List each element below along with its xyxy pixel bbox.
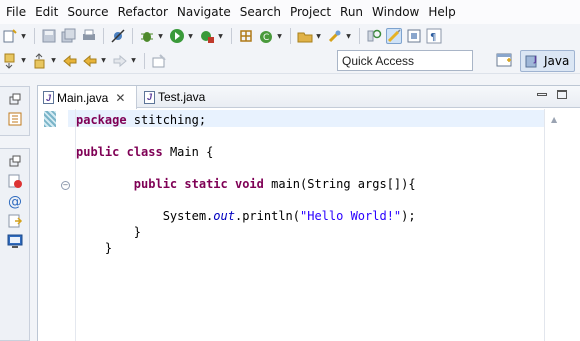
menu-run[interactable]: Run [338, 5, 370, 19]
forward-dropdown-icon[interactable]: ▼ [130, 53, 137, 69]
close-icon[interactable]: ✕ [115, 91, 125, 105]
debug-dropdown-icon[interactable]: ▼ [157, 28, 164, 44]
new-dropdown-icon[interactable]: ▼ [20, 28, 27, 44]
declaration-view-icon[interactable] [7, 213, 23, 229]
task-icon[interactable] [366, 28, 382, 44]
maximize-icon[interactable] [557, 90, 567, 99]
external-tools-icon[interactable] [199, 28, 215, 44]
open-perspective-icon[interactable] [496, 52, 512, 68]
menu-navigate[interactable]: Navigate [175, 5, 238, 19]
new-class-dropdown-icon[interactable]: ▼ [276, 28, 283, 44]
minimize-icon[interactable] [537, 93, 547, 96]
menu-source[interactable]: Source [65, 5, 115, 19]
forward-icon[interactable] [112, 53, 128, 69]
tab-test-java[interactable]: J Test.java [139, 86, 219, 108]
menu-help[interactable]: Help [426, 5, 462, 19]
run-dropdown-icon[interactable]: ▼ [187, 28, 194, 44]
menu-bar: File Edit Source Refactor Navigate Searc… [0, 0, 580, 24]
skip-breakpoints-icon[interactable] [110, 28, 126, 44]
java-perspective-label: Java [544, 54, 570, 68]
next-annotation-icon[interactable] [2, 53, 18, 69]
menu-edit[interactable]: Edit [33, 5, 65, 19]
scroll-up-icon[interactable]: ▲ [551, 115, 557, 124]
left-trim-stack-top [0, 86, 30, 136]
external-tools-dropdown-icon[interactable]: ▼ [217, 28, 224, 44]
mark-occurrences-icon[interactable] [386, 28, 402, 44]
quick-access-input[interactable]: Quick Access [337, 50, 473, 71]
run-icon[interactable] [169, 28, 185, 44]
separator [144, 52, 145, 69]
left-trim-stack-bottom: @ [0, 148, 30, 341]
svg-text:¶: ¶ [430, 32, 436, 43]
javadoc-view-icon[interactable]: @ [7, 193, 23, 209]
search-dropdown-icon[interactable]: ▼ [345, 28, 352, 44]
java-file-icon: J [43, 91, 54, 104]
problems-view-icon[interactable] [7, 173, 23, 189]
separator [290, 28, 291, 44]
java-perspective-icon: J [525, 53, 541, 69]
save-all-icon[interactable] [61, 28, 77, 44]
back-icon[interactable] [82, 53, 98, 69]
code-text[interactable]: package stitching; public class Main { p… [76, 112, 416, 256]
java-editor: J Main.java ✕ J Test.java − package stit… [37, 85, 580, 341]
restore-icon[interactable] [7, 153, 23, 169]
menu-window[interactable]: Window [370, 5, 426, 19]
console-view-icon[interactable] [7, 233, 23, 249]
separator [103, 28, 104, 44]
debug-icon[interactable] [139, 28, 155, 44]
new-icon[interactable] [2, 28, 18, 44]
back-dropdown-icon[interactable]: ▼ [100, 53, 107, 69]
show-whitespace-icon[interactable]: ¶ [426, 28, 442, 44]
save-icon[interactable] [41, 28, 57, 44]
menu-file[interactable]: File [4, 5, 33, 19]
editor-tab-bar: J Main.java ✕ J Test.java [38, 86, 580, 109]
previous-annotation-dropdown-icon[interactable]: ▼ [50, 53, 57, 69]
java-file-icon: J [144, 90, 155, 104]
hierarchy-view-icon[interactable] [7, 111, 23, 127]
print-icon[interactable] [81, 28, 97, 44]
block-selection-icon[interactable] [406, 28, 422, 44]
collapse-icon[interactable]: − [61, 181, 70, 190]
tab-label: Main.java [57, 90, 109, 105]
separator [34, 28, 35, 44]
new-java-package-icon[interactable] [238, 28, 254, 44]
navigation-toolbar: ▼ ▼ ▼ ▼ [0, 48, 580, 74]
tab-main-java[interactable]: J Main.java ✕ [38, 86, 137, 109]
menu-refactor[interactable]: Refactor [116, 5, 175, 19]
menu-project[interactable]: Project [288, 5, 338, 19]
new-java-class-icon[interactable]: C [258, 28, 274, 44]
next-annotation-dropdown-icon[interactable]: ▼ [20, 53, 27, 69]
svg-text:J: J [533, 55, 537, 64]
tab-label: Test.java [158, 90, 206, 104]
svg-text:@: @ [8, 194, 22, 209]
separator [132, 28, 133, 44]
restore-icon[interactable] [7, 91, 23, 107]
separator [231, 28, 232, 44]
previous-annotation-icon[interactable] [32, 52, 48, 69]
menu-search[interactable]: Search [238, 5, 288, 19]
open-type-icon[interactable] [297, 28, 313, 44]
java-perspective-button[interactable]: J Java [520, 50, 575, 72]
search-icon[interactable] [327, 28, 343, 44]
vertical-scrollbar[interactable]: ▲ [544, 109, 580, 341]
last-edit-location-icon[interactable] [62, 53, 78, 69]
svg-text:C: C [263, 33, 269, 43]
pin-editor-icon[interactable] [151, 53, 167, 69]
separator [359, 28, 360, 44]
main-toolbar: ▼ ▼ ▼ ▼ C ▼ ▼ ▼ ¶ [0, 24, 580, 48]
editor-window-controls [537, 90, 567, 99]
quick-diff-marker [44, 111, 56, 127]
open-type-dropdown-icon[interactable]: ▼ [315, 28, 322, 44]
